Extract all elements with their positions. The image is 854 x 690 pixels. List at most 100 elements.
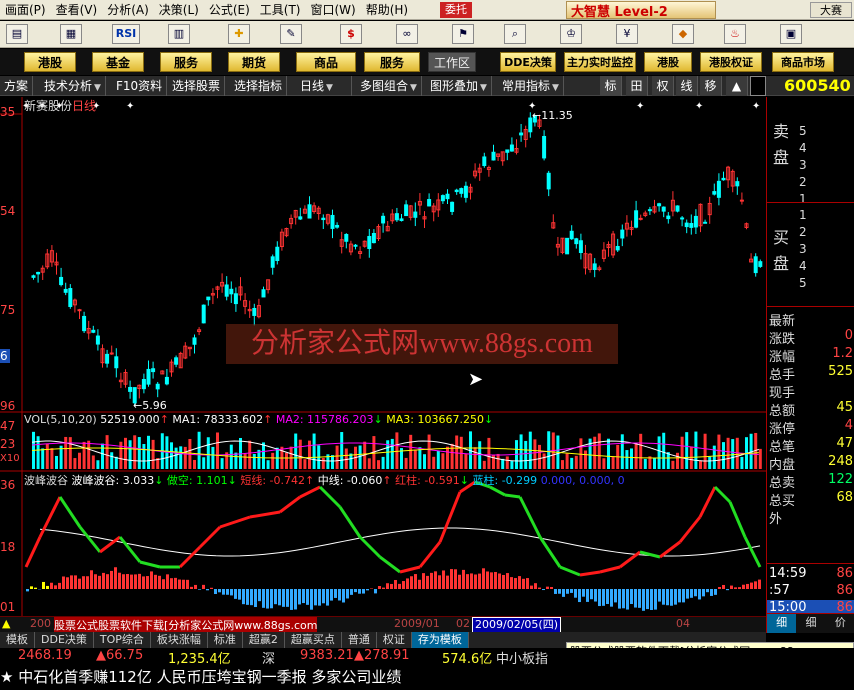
- chart-area[interactable]: ✦ ✦ ✦ ✦ ✦ ✦ ✦ ✦ ✦ 35 54 75 6 96 新赛股份日线 ←11.35 ←5…: [0, 97, 766, 616]
- wave-segment: [99, 535, 121, 554]
- trophy-icon[interactable]: ♔: [560, 24, 582, 44]
- common-indicator-menu[interactable]: 常用指标 ▼: [498, 76, 564, 96]
- menu-formula[interactable]: 公式(E): [204, 1, 255, 18]
- detail-tab-2[interactable]: 细: [796, 614, 825, 633]
- rsi-icon[interactable]: RSI: [112, 24, 140, 44]
- table-icon[interactable]: ▥: [168, 24, 190, 44]
- wave-bar: [42, 581, 45, 589]
- service-button-a[interactable]: 服务: [160, 52, 212, 72]
- wave-bar: [626, 589, 629, 610]
- flag-icon[interactable]: ⚑: [452, 24, 474, 44]
- fund-button[interactable]: 基金: [92, 52, 144, 72]
- candle: [712, 191, 717, 195]
- volume-bar: [653, 457, 656, 469]
- tab-dde[interactable]: DDE决策: [35, 632, 94, 648]
- up-arrow-icon[interactable]: ▲: [726, 76, 748, 96]
- menu-tools[interactable]: 工具(T): [255, 1, 306, 18]
- overlay-menu[interactable]: 图形叠加 ▼: [426, 76, 492, 96]
- tab-super-buy[interactable]: 超赢买点: [285, 632, 342, 648]
- wave-bar: [110, 570, 113, 589]
- tab-normal[interactable]: 普通: [342, 632, 377, 648]
- volume-bar: [657, 436, 661, 469]
- chart-icon[interactable]: ▤: [6, 24, 28, 44]
- promo-link[interactable]: 股票公式股票软件下载[分析家公式网www.88gs.com: [54, 617, 318, 633]
- period-dropdown[interactable]: 日线 ▼: [296, 76, 352, 96]
- ruler-icon[interactable]: ✎: [280, 24, 302, 44]
- detail-tab[interactable]: 细: [767, 614, 797, 633]
- commodity-market-button[interactable]: 商品市场: [772, 52, 834, 72]
- move-button[interactable]: 移: [700, 76, 722, 96]
- wave-bar: [46, 585, 49, 589]
- wave-segment: [743, 536, 762, 568]
- mark-button[interactable]: 标: [600, 76, 622, 96]
- plus-cross-icon[interactable]: ✚: [228, 24, 250, 44]
- volume-bar: [266, 460, 270, 469]
- tab-warrant[interactable]: 权证: [377, 632, 412, 648]
- sz-change: ▲278.91: [354, 648, 410, 663]
- line-button[interactable]: 线: [676, 76, 698, 96]
- wave-segment: [338, 506, 362, 538]
- candle: [275, 246, 280, 262]
- menu-help[interactable]: 帮助(H): [361, 1, 413, 18]
- hk-stock-button[interactable]: 港股: [644, 52, 692, 72]
- workspace-button[interactable]: 工作区: [428, 52, 476, 72]
- tab-standard[interactable]: 标准: [208, 632, 243, 648]
- toggle-panel-icon[interactable]: [750, 76, 766, 96]
- grid-icon[interactable]: ▦: [60, 24, 82, 44]
- yen-icon[interactable]: ¥: [616, 24, 638, 44]
- wave-bar: [402, 581, 405, 589]
- wave-bar: [130, 574, 133, 589]
- multi-chart-menu[interactable]: 多图组合 ▼: [356, 76, 422, 96]
- wave-bar: [342, 589, 345, 603]
- menu-view[interactable]: 查看(V): [51, 1, 103, 18]
- hk-warrant-button[interactable]: 港股权证: [700, 52, 762, 72]
- volume-bar: [639, 433, 643, 469]
- menu-bar: 画面(P) 查看(V) 分析(A) 决策(L) 公式(E) 工具(T) 窗口(W…: [0, 0, 854, 20]
- menu-analyze[interactable]: 分析(A): [102, 1, 154, 18]
- volume-bar: [206, 437, 210, 469]
- volume-bar: [234, 452, 238, 469]
- scheme-label: 方案: [4, 79, 29, 93]
- binoculars-icon[interactable]: ⌕: [504, 24, 526, 44]
- tab-template[interactable]: 模板: [0, 632, 35, 648]
- wave-bar: [570, 589, 573, 593]
- wave-bar: [742, 584, 745, 589]
- menu-decision[interactable]: 决策(L): [154, 1, 204, 18]
- price-tab[interactable]: 价: [826, 614, 854, 633]
- tab-top[interactable]: TOP综合: [94, 632, 151, 648]
- select-stock-button[interactable]: 选择股票: [168, 76, 226, 96]
- tech-analysis-menu[interactable]: 技术分析 ▼: [40, 76, 106, 96]
- futures-button[interactable]: 期货: [228, 52, 280, 72]
- diamond-icon[interactable]: ◆: [672, 24, 694, 44]
- tab-save-template[interactable]: 存为模板: [411, 632, 469, 648]
- candle: [164, 376, 169, 385]
- goggles-icon[interactable]: ∞: [396, 24, 418, 44]
- hk-button[interactable]: 港股: [24, 52, 76, 72]
- f10-button[interactable]: F10资料: [112, 76, 168, 96]
- volume-bar: [708, 456, 712, 469]
- candle: [105, 353, 110, 364]
- service-button[interactable]: 服务: [364, 52, 420, 72]
- scheme-menu[interactable]: 方案: [0, 76, 34, 96]
- trade-button[interactable]: 委托: [440, 2, 472, 18]
- grid-toggle-button[interactable]: 田: [626, 76, 648, 96]
- rights-button[interactable]: 权: [652, 76, 674, 96]
- tab-sector[interactable]: 板块涨幅: [151, 632, 208, 648]
- goods-button[interactable]: 商品: [296, 52, 356, 72]
- tab-super2[interactable]: 超赢2: [243, 632, 285, 648]
- wave-bar: [582, 589, 585, 597]
- dollar-icon[interactable]: $: [340, 24, 362, 44]
- layout-icon[interactable]: ▣: [780, 24, 802, 44]
- volume-bar: [179, 446, 183, 469]
- dde-button[interactable]: DDE决策: [500, 52, 556, 72]
- fire-icon[interactable]: ♨: [724, 24, 746, 44]
- select-indicator-button[interactable]: 选择指标: [230, 76, 288, 96]
- news-ticker[interactable]: ★ 中石化首季赚112亿 人民币压垮宝钢一季报 多家公司业绩: [0, 666, 854, 690]
- menu-screen[interactable]: 画面(P): [0, 1, 51, 18]
- main-monitor-button[interactable]: 主力实时监控: [564, 52, 636, 72]
- wave-mid-line: [39, 527, 761, 557]
- volume-bar: [620, 434, 624, 469]
- menu-window[interactable]: 窗口(W): [305, 1, 360, 18]
- contest-button[interactable]: 大赛: [810, 2, 852, 18]
- quote-field-value: 47: [836, 436, 853, 451]
